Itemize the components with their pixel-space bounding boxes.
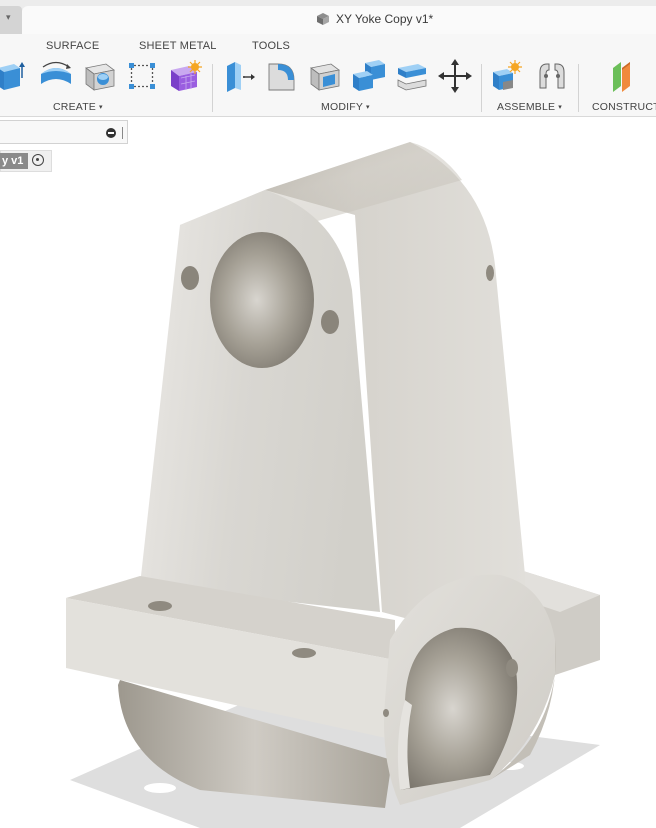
ribbon-separator <box>578 64 579 112</box>
move-icon <box>438 59 472 93</box>
new-component-tool-button[interactable] <box>489 58 525 94</box>
ribbon-separator <box>212 64 213 112</box>
combine-tool-button[interactable] <box>351 58 387 94</box>
create-form-tool-button[interactable] <box>167 58 203 94</box>
model-render[interactable] <box>0 117 656 828</box>
press-pull-tool-button[interactable] <box>221 58 257 94</box>
revolve-tool-button[interactable] <box>38 58 74 94</box>
browser-panel-header <box>0 120 128 144</box>
tab-menu-button[interactable]: ▾ <box>0 6 22 34</box>
combine-icon <box>353 60 385 91</box>
modify-menu[interactable]: MODIFY ▾ <box>321 101 370 113</box>
revolve-icon <box>41 61 71 84</box>
modify-menu-label: MODIFY <box>321 101 364 113</box>
main-bore-hole <box>210 232 314 368</box>
tab-tools[interactable]: TOOLS <box>252 40 290 52</box>
collapse-icon[interactable] <box>106 128 116 138</box>
create-menu-label: CREATE <box>53 101 97 113</box>
move-tool-button[interactable] <box>437 58 473 94</box>
activate-radio-icon[interactable] <box>32 154 44 166</box>
mount-hole <box>321 310 339 334</box>
clamp-small-hole <box>383 709 389 717</box>
hole-icon <box>85 63 115 91</box>
shell-tool-button[interactable] <box>307 58 343 94</box>
assemble-menu[interactable]: ASSEMBLE ▾ <box>497 101 562 113</box>
create-form-icon <box>171 60 202 91</box>
document-cube-icon <box>317 13 329 25</box>
construct-menu-label: CONSTRUCT <box>592 101 656 113</box>
mount-hole <box>181 266 199 290</box>
offset-face-tool-button[interactable] <box>394 58 430 94</box>
chevron-down-icon: ▾ <box>6 12 11 22</box>
fillet-tool-button[interactable] <box>264 58 300 94</box>
base-hole <box>148 601 172 611</box>
shell-icon <box>310 63 340 91</box>
extrude-icon <box>0 62 25 90</box>
ground-shadow-hole <box>144 783 176 793</box>
tab-surface[interactable]: SURFACE <box>46 40 99 52</box>
joint-icon <box>539 63 565 89</box>
title-bar: ▾ XY Yoke Copy v1* <box>0 0 656 35</box>
side-hole <box>486 265 494 281</box>
construct-menu[interactable]: CONSTRUCT <box>592 101 656 113</box>
offset-plane-tool-button[interactable] <box>609 58 645 94</box>
new-component-icon <box>493 60 522 90</box>
hole-tool-button[interactable] <box>82 58 118 94</box>
toolbar-ribbon: SURFACE SHEET METAL TOOLS CREATE ▾ MODIF… <box>0 34 656 117</box>
pattern-icon <box>129 63 155 89</box>
joint-tool-button[interactable] <box>534 58 570 94</box>
assemble-menu-label: ASSEMBLE <box>497 101 556 113</box>
offset-face-icon <box>397 64 427 91</box>
caret-down-icon: ▾ <box>558 104 562 111</box>
pattern-tool-button[interactable] <box>124 58 160 94</box>
ribbon-separator <box>481 64 482 112</box>
caret-down-icon: ▾ <box>99 104 103 111</box>
extrude-tool-button[interactable] <box>0 58 26 94</box>
document-title: XY Yoke Copy v1* <box>316 12 433 26</box>
create-menu[interactable]: CREATE ▾ <box>53 101 103 113</box>
offset-plane-icon <box>613 62 630 92</box>
fillet-icon <box>268 63 295 91</box>
press-pull-icon <box>227 62 255 92</box>
clamp-screw-hole <box>506 659 518 677</box>
tab-sheet-metal[interactable]: SHEET METAL <box>139 40 217 52</box>
panel-grip[interactable] <box>122 127 123 139</box>
document-title-text: XY Yoke Copy v1* <box>336 12 434 26</box>
caret-down-icon: ▾ <box>366 104 370 111</box>
canvas-viewport[interactable] <box>0 117 656 828</box>
base-hole <box>292 648 316 658</box>
active-component-label[interactable]: y v1 <box>0 153 29 169</box>
